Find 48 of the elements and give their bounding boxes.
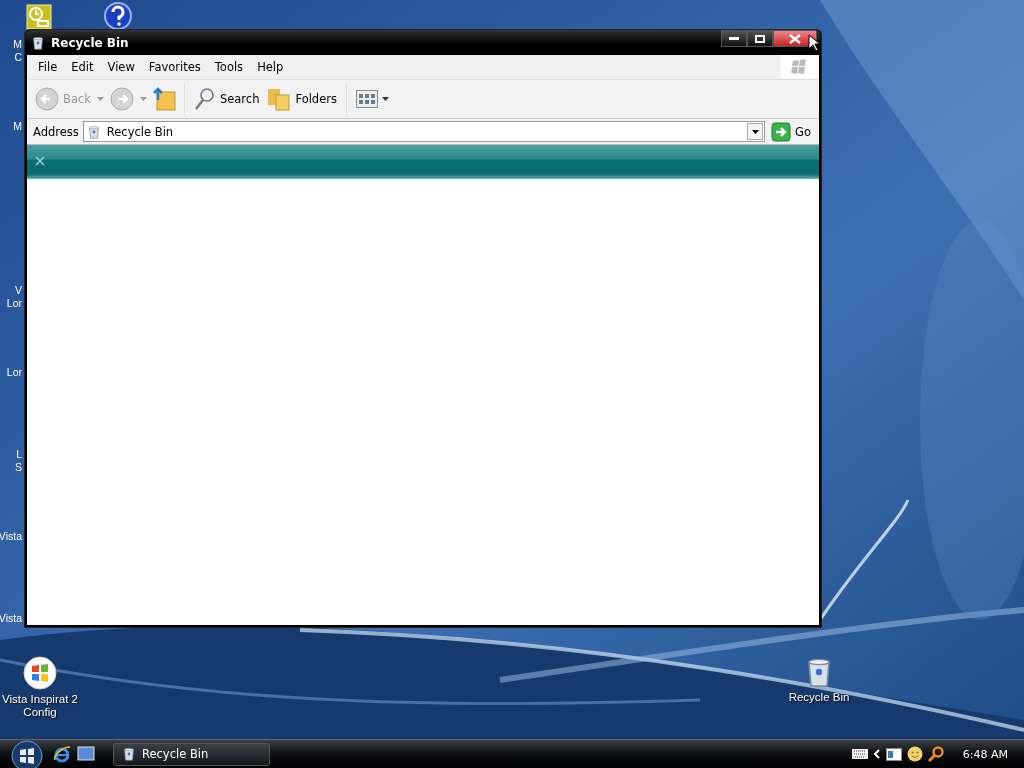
windows-flag-icon [781, 55, 819, 79]
maximize-button[interactable] [747, 30, 773, 47]
menu-item[interactable]: Favorites [141, 60, 208, 74]
clock[interactable]: 6:48 AM [962, 747, 1008, 761]
maximize-icon [755, 34, 765, 43]
close-icon[interactable] [35, 156, 45, 166]
menu-item[interactable]: View [100, 60, 142, 74]
menu-item[interactable]: Tools [207, 60, 251, 74]
icon-label[interactable]: M [13, 120, 22, 133]
smiley-icon[interactable] [906, 746, 923, 762]
chevron-left-icon[interactable] [872, 749, 881, 759]
recycle-bin-icon [86, 124, 101, 139]
caret-icon [751, 129, 759, 134]
taskbar-button[interactable]: Recycle Bin [113, 742, 270, 766]
recycle-bin-icon [31, 35, 45, 50]
menu-item[interactable]: Help [250, 60, 291, 74]
menu-item[interactable]: File [31, 60, 65, 74]
folders-icon [267, 87, 292, 111]
go-button[interactable]: Go [769, 121, 815, 142]
window-icon[interactable] [885, 747, 902, 761]
keyboard-icon[interactable] [851, 749, 868, 759]
minimize-icon [729, 36, 739, 41]
views-icon [355, 90, 378, 108]
clock-shortcut-icon[interactable] [26, 4, 52, 30]
close-icon [789, 33, 801, 44]
recycle-bin-icon [122, 747, 136, 761]
address-field[interactable]: Recycle Bin [82, 121, 766, 142]
icon-label[interactable]: Lor [6, 366, 22, 379]
views-button[interactable] [353, 88, 391, 110]
internet-explorer-icon[interactable] [53, 745, 71, 763]
search-button[interactable]: Search [191, 85, 262, 113]
icon-label[interactable]: M C [13, 38, 22, 64]
address-label: Address [33, 124, 79, 139]
caret-icon[interactable] [381, 97, 389, 101]
search-icon [193, 87, 216, 111]
dropdown-button[interactable] [747, 123, 764, 140]
menu-item[interactable]: Edit [64, 60, 101, 74]
icon-label[interactable]: Vista Inspirat 2 Config [2, 693, 78, 719]
minimize-button[interactable] [721, 30, 747, 47]
show-desktop-icon[interactable] [77, 746, 95, 762]
window-title: Recycle Bin [51, 35, 130, 50]
magnifier-icon[interactable] [927, 746, 944, 762]
start-button[interactable] [9, 740, 45, 768]
folders-button[interactable]: Folders [265, 85, 339, 113]
icon-label[interactable]: Recycle Bin [788, 691, 850, 704]
icon-label[interactable]: L S [15, 448, 22, 474]
windows-logo-icon[interactable] [23, 656, 57, 690]
icon-label[interactable]: V Lor [6, 284, 22, 310]
